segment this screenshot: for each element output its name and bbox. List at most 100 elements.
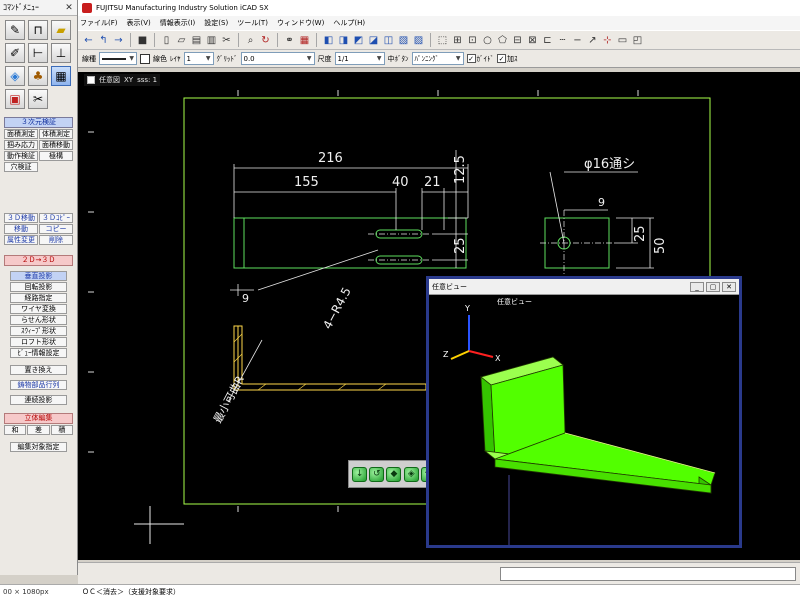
orbit-rotate-icon[interactable]: ↺ <box>369 466 385 482</box>
stop-icon[interactable]: ■ <box>136 34 149 47</box>
line-color-swatch[interactable] <box>140 53 150 64</box>
orbit-fit-icon[interactable]: ◆ <box>386 466 402 482</box>
dash-icon[interactable]: ┄ <box>556 34 569 47</box>
view-tab[interactable]: 任意図 XY sss: 1 <box>84 74 161 86</box>
grid-toggle-icon[interactable]: ▦ <box>298 34 311 47</box>
cube-icon[interactable]: ◈ <box>5 66 25 86</box>
orbit-tilt-icon[interactable]: ◈ <box>403 466 419 482</box>
status-input-box[interactable] <box>500 567 796 581</box>
area-measure-button[interactable]: 面積測定 <box>4 129 38 139</box>
menu-file[interactable]: ファイル(F) <box>80 18 118 28</box>
pointer-icon[interactable]: ↗ <box>586 34 599 47</box>
edit-target-button[interactable]: 編集対象指定 <box>10 442 67 452</box>
subtract-button[interactable]: 差 <box>27 425 50 435</box>
conv-item[interactable]: らせん形状 <box>10 315 67 325</box>
guide-checkbox[interactable]: ✓ ｶﾞｲﾄﾞ <box>466 54 494 64</box>
cut-icon[interactable]: ✂ <box>220 34 233 47</box>
line-type-select[interactable]: ▼ <box>99 52 137 65</box>
view-iso-icon[interactable]: ◫ <box>382 34 395 47</box>
select-icon[interactable]: ⬚ <box>436 34 449 47</box>
zoom-fit-icon[interactable]: ⊡ <box>466 34 479 47</box>
copy-button[interactable]: コピー <box>39 224 73 234</box>
brush-icon[interactable]: ✂ <box>28 89 48 109</box>
drawing-canvas[interactable]: 216 155 40 21 12.5 25 9 4−R4.5 φ16通シ 9 2… <box>78 72 800 560</box>
mesh-icon[interactable]: ▦ <box>51 66 71 86</box>
open-file-icon[interactable]: ▱ <box>175 34 188 47</box>
motion-verify-button[interactable]: 動作検証 <box>4 151 38 161</box>
frame-icon[interactable]: ⊓ <box>28 20 48 40</box>
isometric-model[interactable]: Z X Y <box>429 295 739 545</box>
pencil-icon[interactable]: ✎ <box>5 20 25 40</box>
conv-item[interactable]: 回転投影 <box>10 282 67 292</box>
rotate-icon[interactable]: ↻ <box>259 34 272 47</box>
attribute-change-button[interactable]: 属性変更 <box>4 235 38 245</box>
link-icon[interactable]: ⚭ <box>283 34 296 47</box>
view-side-icon[interactable]: ◪ <box>367 34 380 47</box>
measure-icon[interactable]: ⊹ <box>601 34 614 47</box>
conv-item[interactable]: 経路指定 <box>10 293 67 303</box>
box-icon[interactable]: ▭ <box>616 34 629 47</box>
tree-icon[interactable]: ♣ <box>28 66 48 86</box>
menu-help[interactable]: ヘルプ(H) <box>333 18 365 28</box>
arrow-right-icon[interactable]: → <box>112 34 125 47</box>
minimize-button[interactable]: _ <box>690 281 704 292</box>
section-2d-to-3d[interactable]: ２Ｄ→３Ｄ <box>4 255 73 266</box>
conv-item[interactable]: ワイヤ変換 <box>10 304 67 314</box>
conv-item[interactable]: 垂直投影 <box>10 271 67 281</box>
view-wire-icon[interactable]: ▧ <box>397 34 410 47</box>
union-button[interactable]: 和 <box>4 425 27 435</box>
maximize-button[interactable]: ▢ <box>706 281 720 292</box>
center-button-select[interactable]: ﾊﾟﾝﾆﾝｸﾞ ▼ <box>411 52 464 65</box>
view-cube-icon[interactable]: ◧ <box>322 34 335 47</box>
minus-icon[interactable]: − <box>571 34 584 47</box>
section-solid-edit[interactable]: 立体編集 <box>4 413 73 424</box>
conv-item[interactable]: ｽｳｨｰﾌﾟ形状 <box>10 326 67 336</box>
folder-icon[interactable]: ▰ <box>51 20 71 40</box>
pentagon-icon[interactable]: ⬠ <box>496 34 509 47</box>
casting-matrix-button[interactable]: 鋳物部品行列 <box>10 380 67 390</box>
probe-icon[interactable]: ✐ <box>5 43 25 63</box>
new-file-icon[interactable]: ▯ <box>160 34 173 47</box>
continuous-projection-button[interactable]: 連続投影 <box>10 395 67 405</box>
pole-structure-button[interactable]: 極構 <box>39 151 73 161</box>
circle-icon[interactable]: ○ <box>481 34 494 47</box>
conv-item[interactable]: ロフト形状 <box>10 337 67 347</box>
view-shade-icon[interactable]: ▨ <box>412 34 425 47</box>
menu-view[interactable]: 表示(V) <box>127 18 151 28</box>
replace-button[interactable]: 置き換え <box>10 365 67 375</box>
volume-measure-button[interactable]: 体積測定 <box>39 129 73 139</box>
delete-button[interactable]: 削除 <box>39 235 73 245</box>
menu-tools[interactable]: ツール(T) <box>237 18 268 28</box>
scale-select[interactable]: 1/1 ▼ <box>334 52 385 65</box>
crosshair-icon[interactable]: ⊞ <box>451 34 464 47</box>
print-icon[interactable]: ▥ <box>205 34 218 47</box>
3d-copy-tab[interactable]: ３Ｄｺﾋﾟｰ <box>39 213 73 223</box>
menu-settings[interactable]: 設定(S) <box>204 18 228 28</box>
save-icon[interactable]: ▤ <box>190 34 203 47</box>
grid-select[interactable]: 0.0 ▼ <box>240 52 315 65</box>
close-icon[interactable]: ✕ <box>64 3 74 13</box>
tune-icon[interactable]: ⊥ <box>51 43 71 63</box>
grid-b-icon[interactable]: ⊠ <box>526 34 539 47</box>
section-3d-verify[interactable]: ３次元検証 <box>4 117 73 128</box>
area-move-button[interactable]: 面積移動 <box>39 140 73 150</box>
3d-move-tab[interactable]: ３Ｄ移動 <box>4 213 38 223</box>
orbit-down-icon[interactable]: ↓ <box>352 466 368 482</box>
arrow-left-icon[interactable]: ← <box>82 34 95 47</box>
view-top-icon[interactable]: ◨ <box>337 34 350 47</box>
close-button[interactable]: ✕ <box>722 281 736 292</box>
search-icon[interactable]: ⌕ <box>244 34 257 47</box>
intersect-button[interactable]: 積 <box>50 425 73 435</box>
hole-verify-button[interactable]: 穴検証 <box>4 162 38 172</box>
doc-icon[interactable]: ▣ <box>5 89 25 109</box>
isometric-view-window[interactable]: 任意ビュー _ ▢ ✕ 任意ビュー Z X Y <box>426 276 742 548</box>
conv-item[interactable]: ﾋﾞｭｰ情報設定 <box>10 348 67 358</box>
menu-info[interactable]: 情報表示(I) <box>160 18 196 28</box>
menu-window[interactable]: ウィンドウ(W) <box>277 18 324 28</box>
layer-select[interactable]: 1 ▼ <box>183 52 214 65</box>
isometric-viewport[interactable]: 任意ビュー Z X Y <box>429 295 739 545</box>
grip-stress-button[interactable]: 掴み応力 <box>4 140 38 150</box>
ruler-icon[interactable]: ⊢ <box>28 43 48 63</box>
solid-icon[interactable]: ◰ <box>631 34 644 47</box>
move-button[interactable]: 移動 <box>4 224 38 234</box>
